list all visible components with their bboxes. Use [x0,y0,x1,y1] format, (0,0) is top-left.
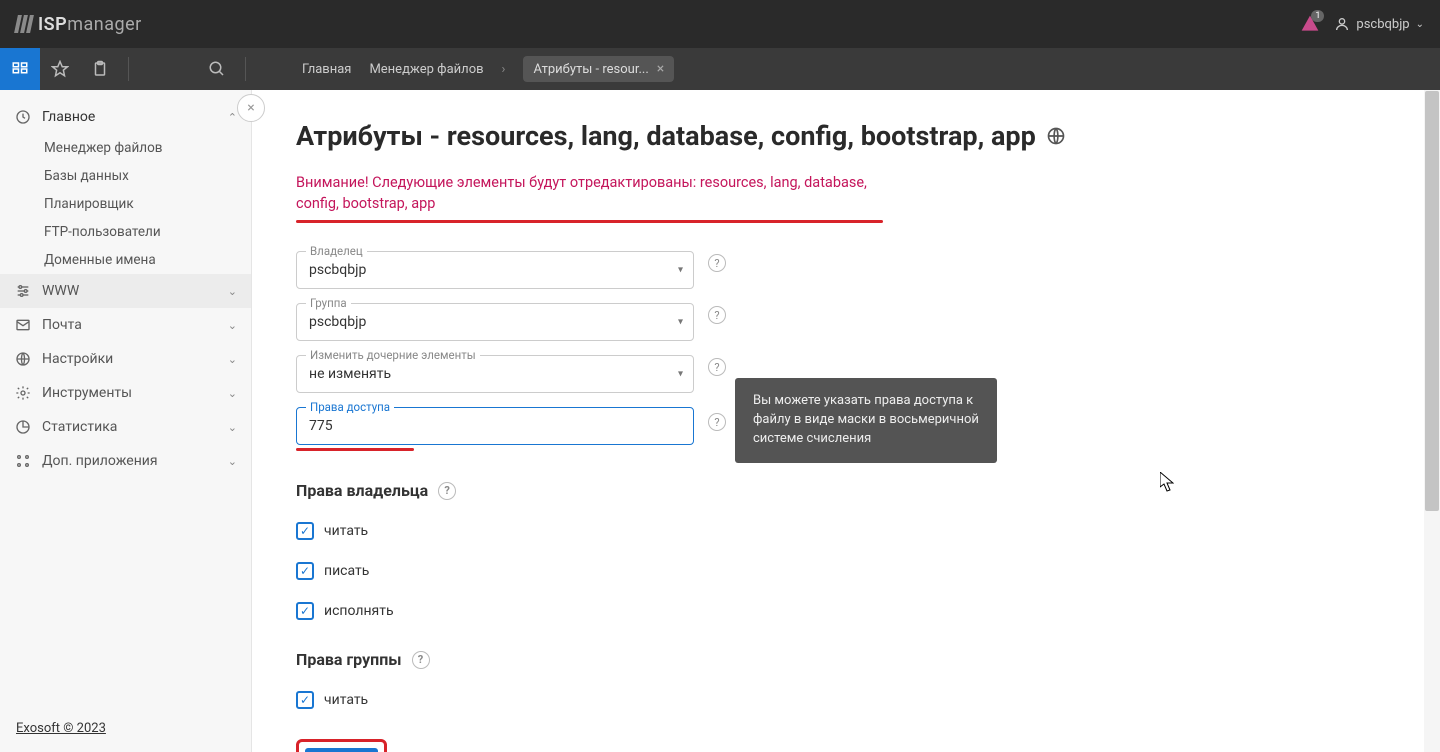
breadcrumb: Главная Менеджер файлов › Атрибуты - res… [302,56,674,82]
checkbox-icon[interactable]: ✓ [296,691,314,709]
owner-label: Владелец [306,244,367,258]
sidebar-group-stats[interactable]: Статистика ⌄ [0,410,251,444]
logo-stripes-icon [16,15,32,33]
chevron-down-icon: ⌄ [228,353,237,366]
scrollbar-thumb[interactable] [1425,91,1439,511]
help-icon[interactable]: ? [438,482,456,500]
checkbox-icon[interactable]: ✓ [296,562,314,580]
sidebar-group-tools[interactable]: Инструменты ⌄ [0,376,251,410]
globe-icon [1046,126,1066,146]
section-owner-rights: Права владельца ? [296,481,1396,500]
user-name: pscbqbjp [1356,17,1409,32]
clipboard-icon[interactable] [80,48,120,90]
help-icon[interactable]: ? [412,651,430,669]
group-field[interactable]: Группа pscbqbjp▾ [296,303,696,341]
sidebar-group-main[interactable]: Главное ⌃ [0,100,251,134]
warning-text: Внимание! Следующие элементы будут отред… [296,172,876,214]
user-icon [1334,16,1350,32]
help-icon[interactable]: ? [708,254,726,272]
search-icon[interactable] [197,48,237,90]
help-icon[interactable]: ? [708,306,726,324]
footer-link[interactable]: Exosoft © 2023 [16,721,106,736]
sidebar-item-scheduler[interactable]: Планировщик [0,190,251,218]
chevron-up-icon: ⌃ [228,111,237,124]
checkbox-owner-exec[interactable]: ✓ исполнять [296,602,1396,620]
sidebar-item-filemanager[interactable]: Менеджер файлов [0,134,251,162]
checkbox-group-read[interactable]: ✓ читать [296,691,1396,709]
chevron-down-icon: ▾ [678,317,683,328]
breadcrumb-home[interactable]: Главная [302,62,351,77]
chevron-down-icon: ⌄ [228,421,237,434]
notifications-icon[interactable]: 1 [1300,14,1320,34]
apps-icon [14,452,32,470]
section-group-rights: Права группы ? [296,650,1396,669]
logo[interactable]: ISPmanager [16,14,142,35]
help-icon[interactable]: ? [708,358,726,376]
chevron-right-icon: › [502,62,506,77]
footer: Exosoft © 2023 [0,711,251,752]
children-field[interactable]: Изменить дочерние элементы не изменять▾ [296,355,696,393]
highlight-underline [296,220,883,223]
permissions-field[interactable]: Права доступа 775 [296,407,696,451]
chevron-down-icon: ⌄ [228,455,237,468]
gear-icon [14,384,32,402]
topbar: ISPmanager 1 pscbqbjp ⌄ [0,0,1440,48]
sidebar-group-mail[interactable]: Почта ⌄ [0,308,251,342]
ok-highlight: Ok [296,739,387,752]
sidebar: × Главное ⌃ Менеджер файлов Базы данных … [0,90,252,752]
checkbox-icon[interactable]: ✓ [296,522,314,540]
sidebar-group-apps[interactable]: Доп. приложения ⌄ [0,444,251,478]
star-icon[interactable] [40,48,80,90]
chevron-down-icon: ⌄ [1416,19,1424,30]
permissions-label: Права доступа [306,400,394,414]
separator [128,57,129,81]
dashboard-icon [14,108,32,126]
sidebar-item-ftp[interactable]: FTP-пользователи [0,218,251,246]
user-menu[interactable]: pscbqbjp ⌄ [1334,16,1424,32]
menu-icon[interactable] [0,48,40,90]
tooltip: Вы можете указать права доступа к файлу … [735,378,997,463]
scrollbar[interactable] [1424,90,1440,752]
globe-icon [14,350,32,368]
mail-icon [14,316,32,334]
sidebar-group-settings[interactable]: Настройки ⌄ [0,342,251,376]
sliders-icon [14,282,32,300]
chevron-down-icon: ▾ [678,265,683,276]
close-icon[interactable]: × [657,61,664,77]
chevron-down-icon: ▾ [678,369,683,380]
highlight-underline [296,448,414,451]
checkbox-owner-write[interactable]: ✓ писать [296,562,1396,580]
checkbox-owner-read[interactable]: ✓ читать [296,522,1396,540]
ok-button[interactable]: Ok [305,748,378,752]
owner-field[interactable]: Владелец pscbqbjp▾ [296,251,696,289]
chevron-down-icon: ⌄ [228,387,237,400]
page-title: Атрибуты - resources, lang, database, co… [296,120,1396,152]
chart-icon [14,418,32,436]
separator [245,57,246,81]
tabbar: Главная Менеджер файлов › Атрибуты - res… [0,48,1440,90]
group-label: Группа [306,296,351,310]
checkbox-icon[interactable]: ✓ [296,602,314,620]
breadcrumb-fm[interactable]: Менеджер файлов [369,62,483,77]
sidebar-item-domains[interactable]: Доменные имена [0,246,251,274]
tab-current[interactable]: Атрибуты - resour... × [523,56,674,82]
children-label: Изменить дочерние элементы [306,348,480,362]
collapse-sidebar-button[interactable]: × [237,94,265,122]
help-icon[interactable]: ? [708,413,726,431]
sidebar-group-www[interactable]: WWW ⌄ [0,274,251,308]
notification-badge: 1 [1311,10,1324,22]
chevron-down-icon: ⌄ [228,319,237,332]
logo-text: ISPmanager [38,14,142,35]
tab-label: Атрибуты - resour... [533,62,648,77]
chevron-down-icon: ⌄ [228,285,237,298]
sidebar-item-databases[interactable]: Базы данных [0,162,251,190]
